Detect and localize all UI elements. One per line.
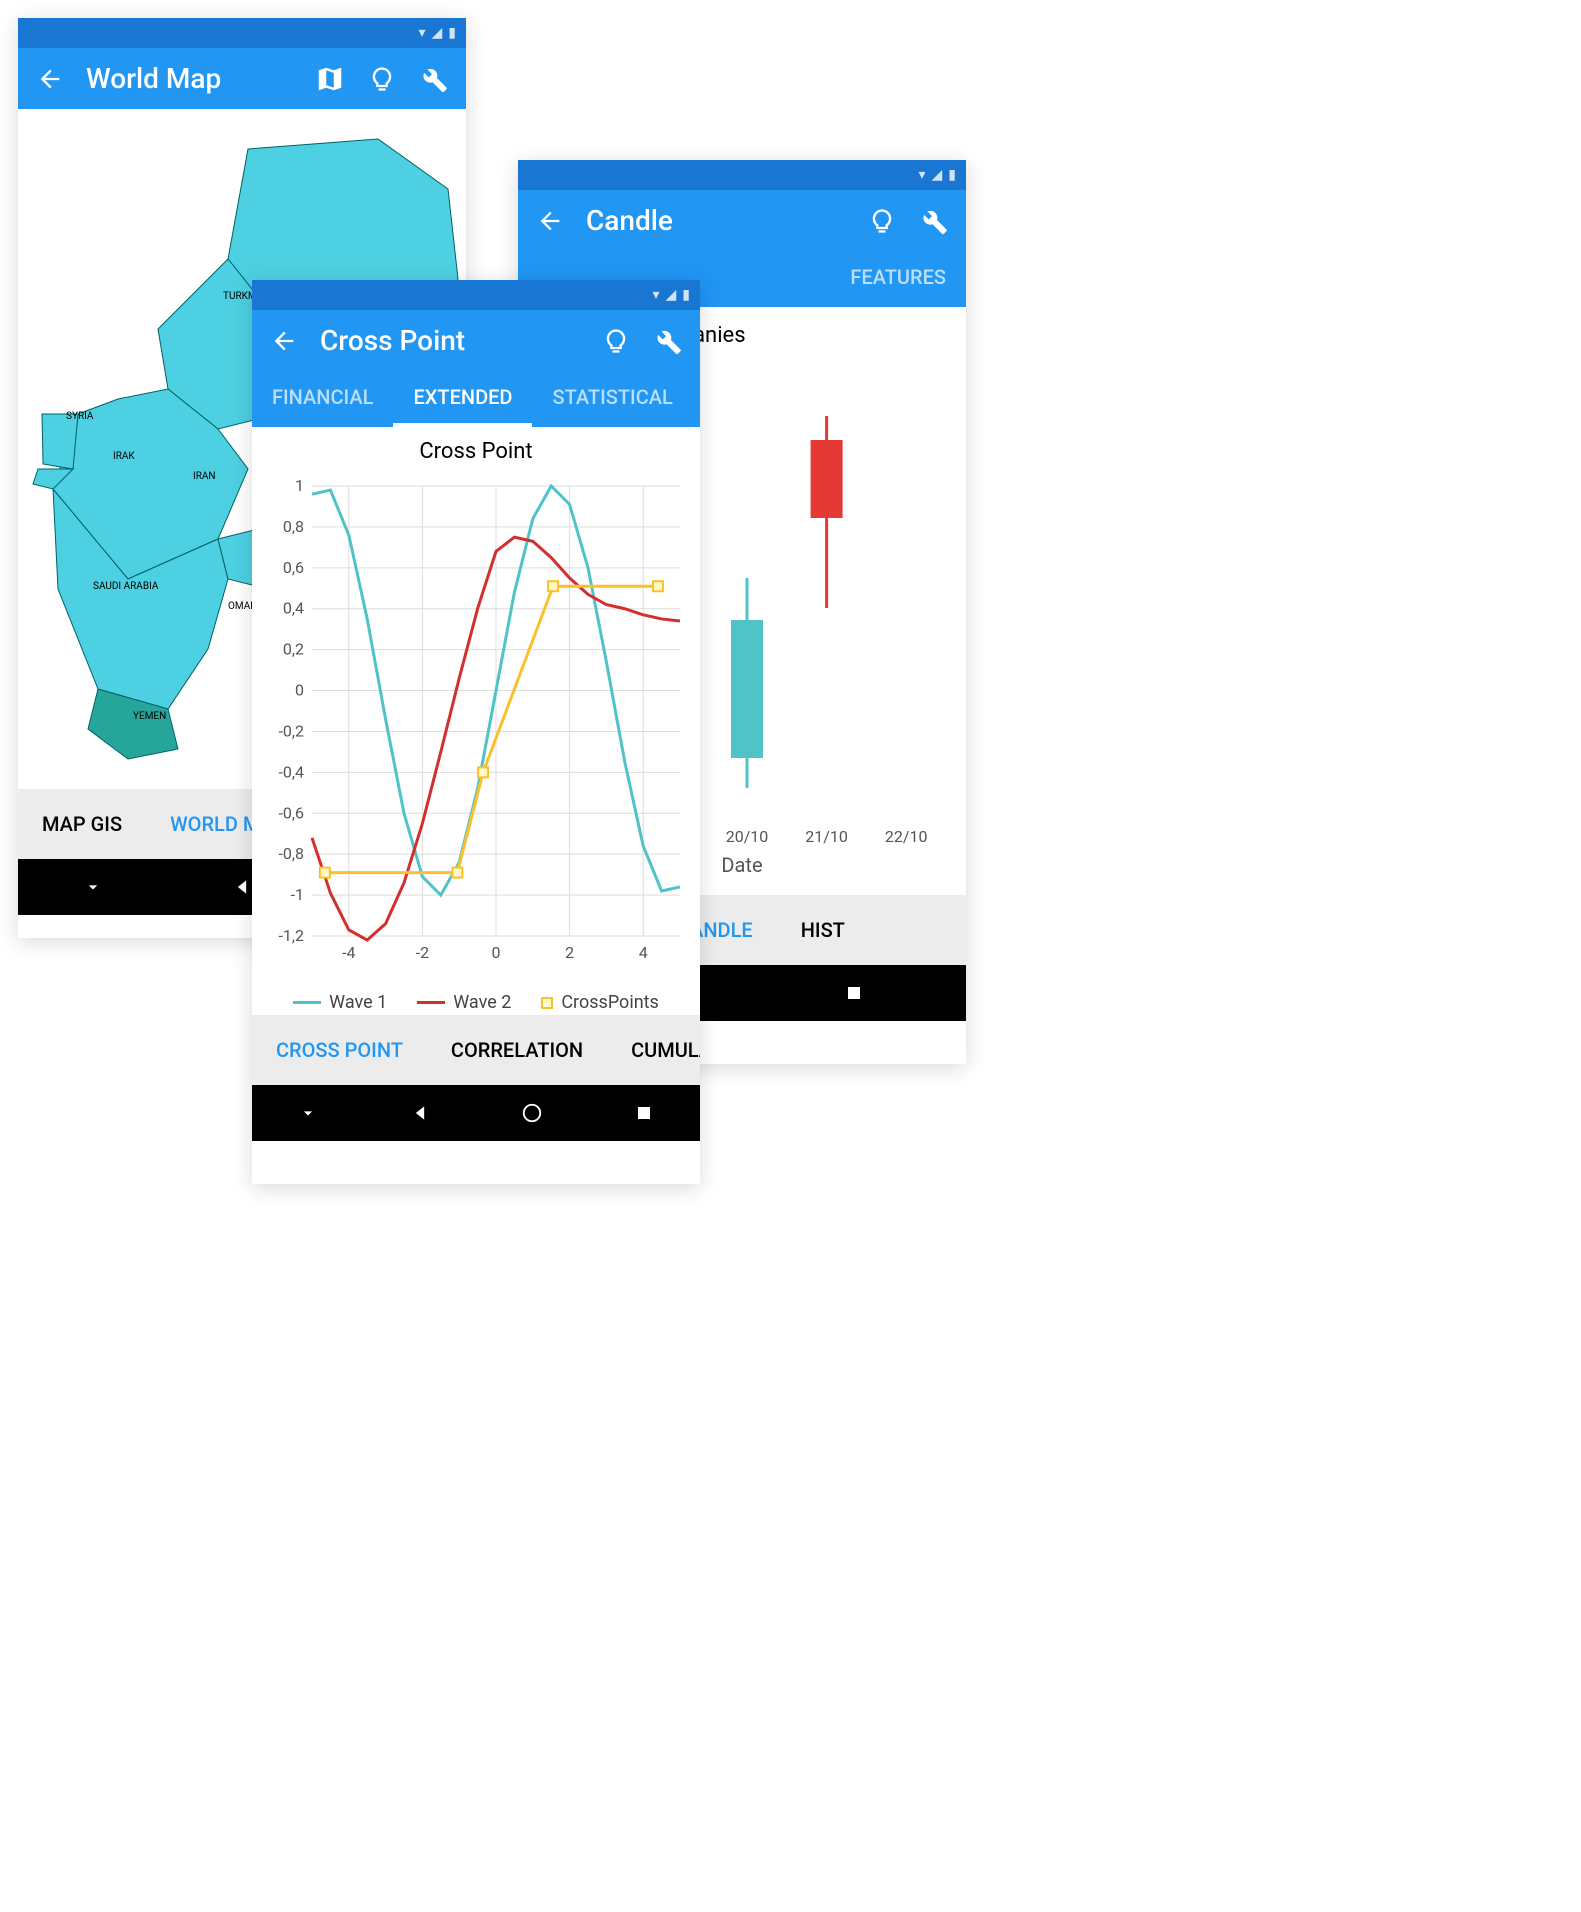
svg-text:2: 2 [565, 943, 574, 962]
bulb-icon[interactable] [866, 205, 898, 237]
map-label: SYRIA [66, 411, 94, 422]
svg-text:-0,2: -0,2 [278, 721, 304, 740]
nav-bar [252, 1085, 700, 1141]
svg-text:Date: Date [721, 853, 762, 877]
bottom-tab-cumulative[interactable]: CUMULATIVE [607, 1038, 700, 1062]
svg-text:0,4: 0,4 [283, 599, 304, 618]
battery-icon: ▮ [948, 167, 956, 183]
svg-text:0,2: 0,2 [283, 640, 304, 659]
status-bar: ▾ ◢ ▮ [18, 18, 466, 48]
nav-recent-icon[interactable] [840, 979, 868, 1007]
cross-point-chart: Cross Point -1,2 -1 -0,8 -0,6 -0,4 -0,2 0 0,2 0,… [252, 427, 700, 1015]
wrench-icon[interactable] [918, 205, 950, 237]
svg-text:0: 0 [492, 943, 501, 962]
legend-item: Wave 2 [417, 992, 511, 1013]
nav-home-icon[interactable] [518, 1099, 546, 1127]
back-arrow-icon[interactable] [268, 325, 300, 357]
svg-text:-0,8: -0,8 [278, 844, 304, 863]
bottom-tab-map-gis[interactable]: MAP GIS [18, 812, 146, 836]
back-arrow-icon[interactable] [34, 63, 66, 95]
map-icon[interactable] [314, 63, 346, 95]
wrench-icon[interactable] [652, 325, 684, 357]
svg-text:21/10: 21/10 [805, 827, 848, 846]
svg-text:-0,6: -0,6 [278, 803, 304, 822]
wrench-icon[interactable] [418, 63, 450, 95]
map-label: YEMEN [133, 711, 166, 722]
svg-text:-0,4: -0,4 [278, 762, 304, 781]
page-title: World Map [86, 62, 294, 95]
chart-title: Cross Point [252, 427, 700, 476]
tabs: FINANCIAL EXTENDED STATISTICAL [252, 371, 700, 427]
svg-text:-1: -1 [291, 885, 304, 904]
legend-item: CrossPoints [541, 992, 659, 1013]
battery-icon: ▮ [448, 25, 456, 41]
signal-icon: ◢ [666, 287, 677, 303]
map-label: SAUDI ARABIA [93, 581, 159, 592]
map-label: IRAK [113, 451, 135, 462]
svg-text:0,8: 0,8 [283, 517, 304, 536]
svg-text:-1,2: -1,2 [278, 926, 304, 945]
app-bar: Candle [518, 190, 966, 251]
page-title: Cross Point [320, 324, 580, 357]
battery-icon: ▮ [682, 287, 690, 303]
legend-item: Wave 1 [293, 992, 387, 1013]
bottom-tab-correlation[interactable]: CORRELATION [427, 1038, 607, 1062]
bottom-tab-hist[interactable]: HIST [777, 918, 869, 942]
status-bar: ▾ ◢ ▮ [252, 280, 700, 310]
map-label: IRAN [193, 471, 216, 482]
signal-icon: ◢ [932, 167, 943, 183]
bulb-icon[interactable] [366, 63, 398, 95]
bottom-tab-cross-point[interactable]: CROSS POINT [252, 1038, 427, 1062]
svg-text:4: 4 [639, 943, 648, 962]
svg-text:0,6: 0,6 [283, 558, 304, 577]
tab-extended[interactable]: EXTENDED [393, 371, 532, 427]
svg-text:-2: -2 [416, 943, 429, 962]
page-title: Candle [586, 204, 846, 237]
wifi-icon: ▾ [652, 287, 659, 303]
wifi-icon: ▾ [418, 25, 425, 41]
nav-down-icon[interactable] [294, 1099, 322, 1127]
app-bar: Cross Point [252, 310, 700, 371]
tab-financial[interactable]: FINANCIAL [252, 371, 393, 427]
svg-text:-4: -4 [342, 943, 355, 962]
svg-text:20/10: 20/10 [726, 827, 769, 846]
nav-down-icon[interactable] [79, 873, 107, 901]
svg-text:1: 1 [295, 476, 304, 495]
nav-back-icon[interactable] [406, 1099, 434, 1127]
legend: Wave 1 Wave 2 CrossPoints [252, 976, 700, 1029]
tab-statistical[interactable]: STATISTICAL [532, 371, 692, 427]
svg-text:22/10: 22/10 [885, 827, 928, 846]
svg-text:0: 0 [295, 681, 304, 700]
nav-recent-icon[interactable] [630, 1099, 658, 1127]
app-bar: World Map [18, 48, 466, 109]
tab-features[interactable]: FEATURES [830, 251, 966, 307]
back-arrow-icon[interactable] [534, 205, 566, 237]
wifi-icon: ▾ [918, 167, 925, 183]
signal-icon: ◢ [432, 25, 443, 41]
bulb-icon[interactable] [600, 325, 632, 357]
status-bar: ▾ ◢ ▮ [518, 160, 966, 190]
